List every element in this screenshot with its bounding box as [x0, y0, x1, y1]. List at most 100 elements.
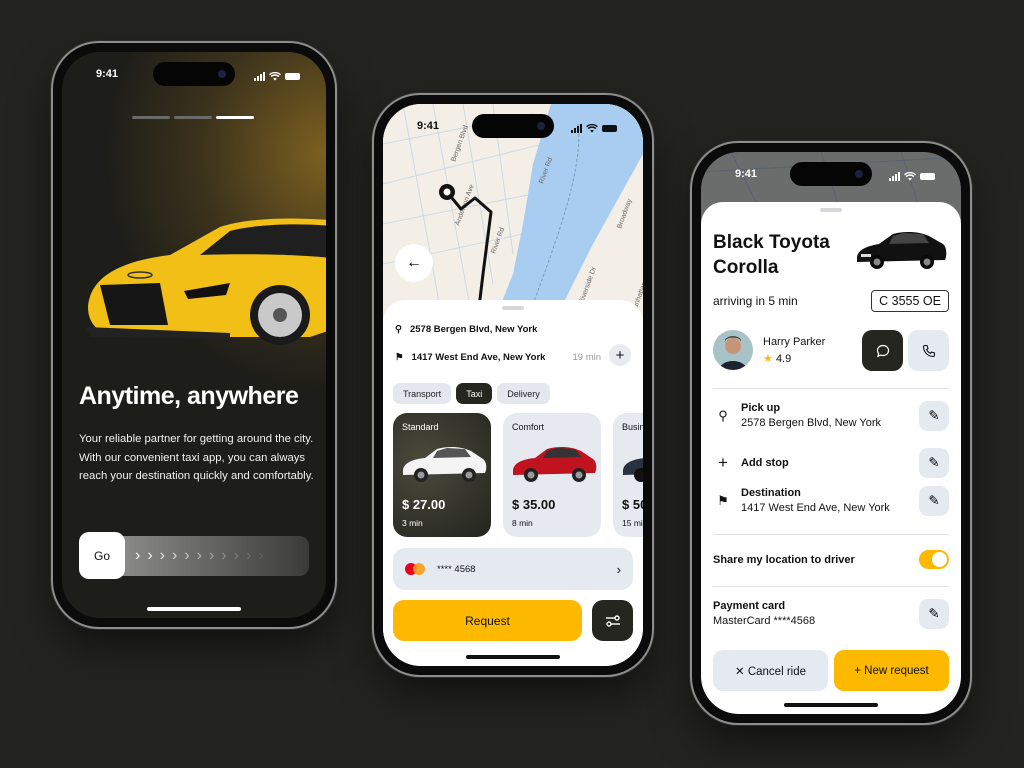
- chevron-right-icon: ›: [171, 547, 178, 564]
- driver-name: Harry Parker: [763, 335, 826, 348]
- edit-payment-button[interactable]: ✎: [919, 598, 949, 629]
- tab-delivery[interactable]: Delivery: [497, 383, 550, 404]
- chevron-right-icon: ›: [196, 547, 202, 564]
- sheet-grabber[interactable]: [820, 208, 842, 212]
- pickup-pin-icon: ⚲: [718, 407, 728, 423]
- signal-icon: [889, 171, 900, 181]
- destination-label: Destination: [741, 487, 801, 499]
- destination-address: 1417 West End Ave, New York: [411, 352, 546, 363]
- pickup-label: Pick up: [741, 402, 781, 414]
- status-bar: 9:41: [62, 68, 326, 84]
- edit-stop-button[interactable]: ✎: [919, 448, 949, 478]
- destination-row[interactable]: ⚑ 1417 West End Ave, New York: [395, 352, 545, 363]
- ride-option-comfort[interactable]: Comfort $ 35.00 8 min: [503, 413, 601, 537]
- ride-option-standard[interactable]: Standard $ 27.00 3 min: [393, 413, 491, 537]
- divider: [713, 534, 949, 535]
- progress-step: [174, 116, 212, 119]
- battery-icon: [285, 72, 300, 80]
- booking-screen: 9:41 Bergen Blvd River Rd River Rd Broad…: [383, 104, 643, 666]
- status-bar: 9:41: [383, 120, 643, 136]
- arrow-left-icon: ←: [406, 254, 422, 271]
- cancel-ride-button[interactable]: ✕ Cancel ride: [713, 650, 828, 691]
- sheet-grabber[interactable]: [502, 306, 524, 310]
- chevron-right-icon: ›: [147, 547, 153, 564]
- home-indicator: [147, 607, 241, 611]
- yellow-sports-car-image: [86, 218, 326, 345]
- share-location-toggle[interactable]: [919, 550, 949, 569]
- car-title: Black Toyota Corolla: [713, 232, 830, 278]
- plus-icon: +: [718, 453, 728, 472]
- chevron-right-icon: ›: [184, 547, 190, 564]
- divider: [713, 586, 949, 587]
- payment-method-row[interactable]: **** 4568 ›: [393, 548, 633, 590]
- onboarding-title: Anytime, anywhere: [79, 382, 299, 410]
- pencil-icon: ✎: [928, 605, 940, 621]
- ride-options: Standard $ 27.00 3 min Comfort $ 35.00 8…: [393, 413, 643, 537]
- chevron-right-icon: ›: [159, 547, 165, 564]
- pickup-row[interactable]: ⚲ Pick up 2578 Bergen Blvd, New York ✎: [713, 400, 949, 431]
- request-button[interactable]: Request: [393, 600, 582, 641]
- category-tabs: Transport Taxi Delivery: [393, 383, 550, 404]
- edit-pickup-button[interactable]: ✎: [919, 400, 949, 431]
- svg-text:Riverside Dr: Riverside Dr: [578, 265, 598, 304]
- card-number: **** 4568: [437, 563, 476, 575]
- wifi-icon: [269, 71, 281, 80]
- destination-address: 1417 West End Ave, New York: [741, 502, 890, 514]
- arrival-time: arriving in 5 min: [713, 294, 798, 308]
- black-sedan-image: [857, 231, 947, 269]
- driver-rating: 4.9: [775, 352, 792, 365]
- plus-icon: +: [615, 346, 625, 364]
- add-stop-row[interactable]: + Add stop ✎: [713, 448, 949, 478]
- plus-icon: +: [854, 664, 861, 677]
- new-request-label: New request: [864, 664, 929, 677]
- flag-icon: ⚑: [395, 352, 404, 363]
- chevron-right-icon: ›: [258, 547, 264, 564]
- flag-icon: ⚑: [717, 492, 729, 508]
- ride-option-name: Standard: [402, 422, 439, 432]
- payment-label: Payment card: [713, 600, 786, 612]
- driver-info: Harry Parker ★ 4.9: [713, 330, 825, 370]
- ride-status-screen: 9:41 Black Toyota Corolla arriving in 5 …: [701, 152, 961, 714]
- signal-icon: [254, 71, 265, 81]
- battery-icon: [920, 172, 935, 180]
- red-sedan-image: [513, 446, 597, 482]
- home-indicator: [466, 655, 560, 659]
- ride-option-name: Business: [622, 422, 643, 432]
- chat-button[interactable]: [862, 330, 903, 371]
- go-slider[interactable]: Go › › › › › › › › › › ›: [79, 532, 309, 579]
- pencil-icon: ✎: [928, 407, 940, 423]
- new-request-button[interactable]: + New request: [834, 650, 949, 691]
- pencil-icon: ✎: [928, 455, 940, 470]
- go-button[interactable]: Go: [79, 532, 125, 579]
- add-stop-label: Add stop: [741, 457, 789, 469]
- pickup-address: 2578 Bergen Blvd, New York: [741, 417, 882, 429]
- destination-row[interactable]: ⚑ Destination 1417 West End Ave, New York…: [713, 485, 949, 516]
- wifi-icon: [904, 171, 916, 180]
- ride-option-time: 3 min: [402, 518, 423, 528]
- chevron-right-icon: ›: [221, 547, 227, 564]
- filter-button[interactable]: [592, 600, 633, 641]
- back-button[interactable]: ←: [395, 244, 433, 282]
- progress-step: [132, 116, 170, 119]
- ride-option-business[interactable]: Business $ 50.00 15 min: [613, 413, 643, 537]
- phone-ride-status: 9:41 Black Toyota Corolla arriving in 5 …: [692, 143, 970, 723]
- payment-row[interactable]: Payment card MasterCard ****4568 ✎: [713, 598, 949, 629]
- booking-sheet: ⚲ 2578 Bergen Blvd, New York ⚑ 1417 West…: [383, 300, 643, 666]
- phone-icon: [922, 344, 935, 357]
- ride-option-price: $ 50.00: [622, 497, 643, 512]
- onboarding-screen: 9:41 Anytime, anywhere Your reliable par…: [62, 52, 326, 618]
- pickup-row[interactable]: ⚲ 2578 Bergen Blvd, New York: [395, 324, 537, 335]
- driver-avatar: [713, 330, 753, 370]
- chevron-right-icon: ›: [135, 547, 141, 564]
- tab-transport[interactable]: Transport: [393, 383, 452, 404]
- call-button[interactable]: [908, 330, 949, 371]
- cancel-ride-label: Cancel ride: [747, 665, 806, 678]
- edit-destination-button[interactable]: ✎: [919, 485, 949, 516]
- ride-option-time: 15 min: [622, 518, 643, 528]
- tab-taxi[interactable]: Taxi: [456, 383, 493, 404]
- payment-card: MasterCard ****4568: [713, 615, 816, 627]
- trip-eta: 19 min: [572, 352, 601, 363]
- ride-sheet: Black Toyota Corolla arriving in 5 min C…: [701, 202, 961, 714]
- add-stop-button[interactable]: +: [609, 344, 631, 366]
- ride-option-price: $ 35.00: [512, 497, 556, 512]
